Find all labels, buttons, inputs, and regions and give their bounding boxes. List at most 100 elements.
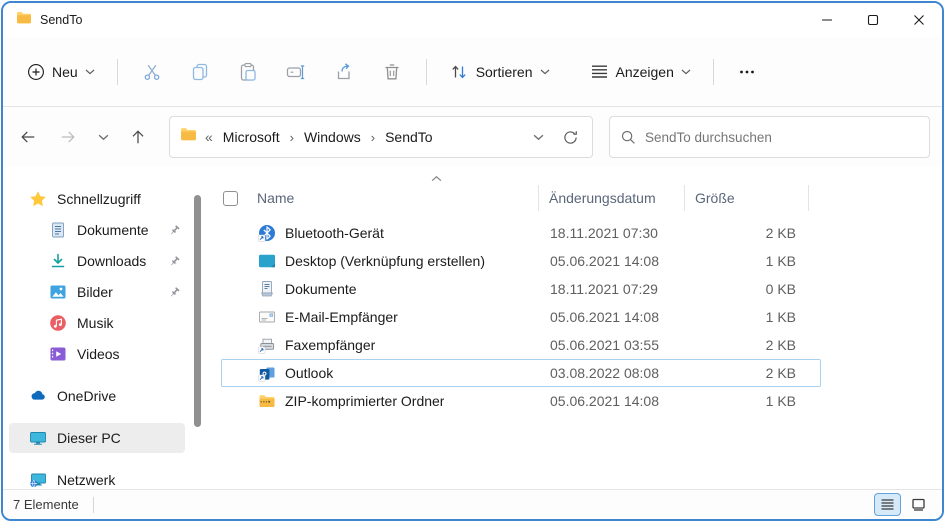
mail-icon [259, 311, 275, 323]
maximize-icon [867, 14, 879, 26]
sidebar-scrollbar[interactable] [194, 195, 201, 427]
refresh-button[interactable] [556, 123, 584, 151]
copy-icon [192, 63, 207, 80]
pin-icon [170, 224, 180, 234]
onedrive-icon [31, 390, 45, 400]
arrow-up-icon [132, 130, 144, 144]
file-date: 18.11.2021 07:30 [550, 225, 658, 241]
search-box[interactable] [609, 116, 930, 158]
file-row-bluetooth-geraet[interactable]: Bluetooth-Gerät 18.11.2021 07:30 2 KB [221, 219, 821, 247]
minimize-button[interactable] [804, 3, 850, 37]
new-button[interactable]: Neu [17, 55, 105, 89]
file-row-outlook[interactable]: Outlook 03.08.2022 08:08 2 KB [221, 359, 821, 387]
more-ellipsis-icon [739, 70, 754, 73]
file-row-faxempfaenger[interactable]: Faxempfänger 05.06.2021 03:55 2 KB [221, 331, 821, 359]
file-row-zip-ordner[interactable]: ZIP-komprimierter Ordner 05.06.2021 14:0… [221, 387, 821, 415]
file-row-desktop-verknuepfung[interactable]: Desktop (Verknüpfung erstellen) 05.06.20… [221, 247, 821, 275]
network-icon [30, 473, 46, 488]
plus-circle-icon [28, 63, 44, 80]
sidebar-item-videos[interactable]: Videos [9, 339, 185, 369]
cut-button[interactable] [130, 54, 174, 90]
maximize-button[interactable] [850, 3, 896, 37]
file-size: 2 KB [765, 225, 796, 241]
chevron-down-icon [540, 69, 549, 74]
rename-icon [286, 64, 304, 79]
file-size: 1 KB [765, 393, 796, 409]
more-options-button[interactable] [726, 55, 768, 89]
breadcrumb-separator: › [289, 129, 294, 145]
pin-icon [170, 255, 180, 265]
address-bar[interactable]: « Microsoft › Windows › SendTo [169, 116, 593, 158]
breadcrumb-item-microsoft[interactable]: Microsoft [223, 129, 280, 145]
nav-recent-button[interactable] [91, 120, 115, 154]
sidebar-item-bilder[interactable]: Bilder [9, 277, 185, 307]
file-name: Outlook [285, 365, 334, 381]
arrow-left-icon [21, 131, 35, 143]
address-dropdown-button[interactable] [524, 123, 552, 151]
file-name: Bluetooth-Gerät [285, 225, 384, 241]
search-input[interactable] [645, 129, 919, 145]
nav-up-button[interactable] [121, 120, 155, 154]
column-header-name[interactable]: Name [247, 175, 539, 211]
file-date: 05.06.2021 14:08 [550, 253, 659, 269]
pin-icon [170, 286, 180, 296]
main-area: Schnellzugriff Dokumente Downloads Bilde… [3, 167, 942, 489]
sidebar-item-label: Schnellzugriff [57, 191, 141, 207]
breadcrumb-separator: › [370, 129, 376, 145]
file-date: 05.06.2021 14:08 [550, 393, 659, 409]
file-date: 05.06.2021 03:55 [550, 337, 659, 353]
breadcrumb-overflow[interactable]: « [205, 129, 213, 145]
sidebar-item-schnellzugriff[interactable]: Schnellzugriff [9, 184, 185, 214]
command-bar: Neu Sortieren Anzeigen [3, 37, 942, 107]
toolbar-separator [425, 58, 427, 85]
view-button[interactable]: Anzeigen [580, 54, 701, 89]
arrow-right-icon [61, 131, 75, 143]
sidebar-item-onedrive[interactable]: OneDrive [9, 381, 185, 411]
icons-view-button[interactable] [905, 493, 932, 516]
delete-button[interactable] [370, 54, 414, 90]
sidebar-item-label: Dieser PC [57, 430, 121, 446]
file-date: 05.06.2021 14:08 [550, 309, 659, 325]
folder-icon [16, 10, 32, 31]
sidebar-item-netzwerk[interactable]: Netzwerk [9, 465, 185, 495]
sidebar-item-dieser-pc[interactable]: Dieser PC [9, 423, 185, 453]
sidebar-item-dokumente[interactable]: Dokumente [9, 215, 185, 245]
sort-button-label: Sortieren [475, 63, 533, 80]
sidebar-item-label: Bilder [77, 284, 113, 300]
zip-folder-icon [259, 395, 275, 407]
sidebar-item-label: OneDrive [57, 388, 117, 404]
file-row-dokumente[interactable]: Dokumente 18.11.2021 07:29 0 KB [221, 275, 821, 303]
copy-button[interactable] [178, 54, 222, 90]
share-button[interactable] [322, 54, 366, 90]
column-header-size[interactable]: Größe [685, 185, 809, 211]
file-size: 1 KB [765, 309, 796, 325]
details-view-button[interactable] [874, 493, 901, 516]
sidebar-item-label: Netzwerk [57, 472, 116, 488]
sidebar-item-musik[interactable]: Musik [9, 308, 185, 338]
sidebar-item-label: Downloads [77, 253, 147, 269]
column-header-date[interactable]: Änderungsdatum [539, 185, 685, 211]
sort-button[interactable]: Sortieren [439, 54, 560, 90]
chevron-down-icon [533, 134, 543, 140]
sidebar-item-downloads[interactable]: Downloads [9, 246, 185, 276]
rename-button[interactable] [274, 54, 318, 90]
pictures-icon [50, 285, 66, 299]
nav-forward-button[interactable] [51, 120, 85, 154]
column-header-row: Name Änderungsdatum Größe [221, 175, 821, 219]
new-button-label: Neu [52, 63, 78, 80]
file-row-email-empfaenger[interactable]: E-Mail-Empfänger 05.06.2021 14:08 1 KB [221, 303, 821, 331]
breadcrumb: « Microsoft › Windows › SendTo [205, 129, 516, 145]
breadcrumb-item-sendto[interactable]: SendTo [385, 129, 432, 145]
select-all-checkbox[interactable] [223, 190, 238, 206]
details-view-icon [881, 499, 894, 510]
toolbar-separator [116, 58, 118, 85]
close-button[interactable] [896, 3, 942, 37]
nav-back-button[interactable] [11, 120, 45, 154]
paste-button[interactable] [226, 54, 270, 90]
navigation-pane: Schnellzugriff Dokumente Downloads Bilde… [3, 167, 209, 489]
videos-icon [50, 347, 66, 361]
file-name: Faxempfänger [285, 337, 376, 353]
documents-icon [52, 222, 64, 238]
breadcrumb-item-windows[interactable]: Windows [304, 129, 361, 145]
file-name: Desktop (Verknüpfung erstellen) [285, 253, 485, 269]
